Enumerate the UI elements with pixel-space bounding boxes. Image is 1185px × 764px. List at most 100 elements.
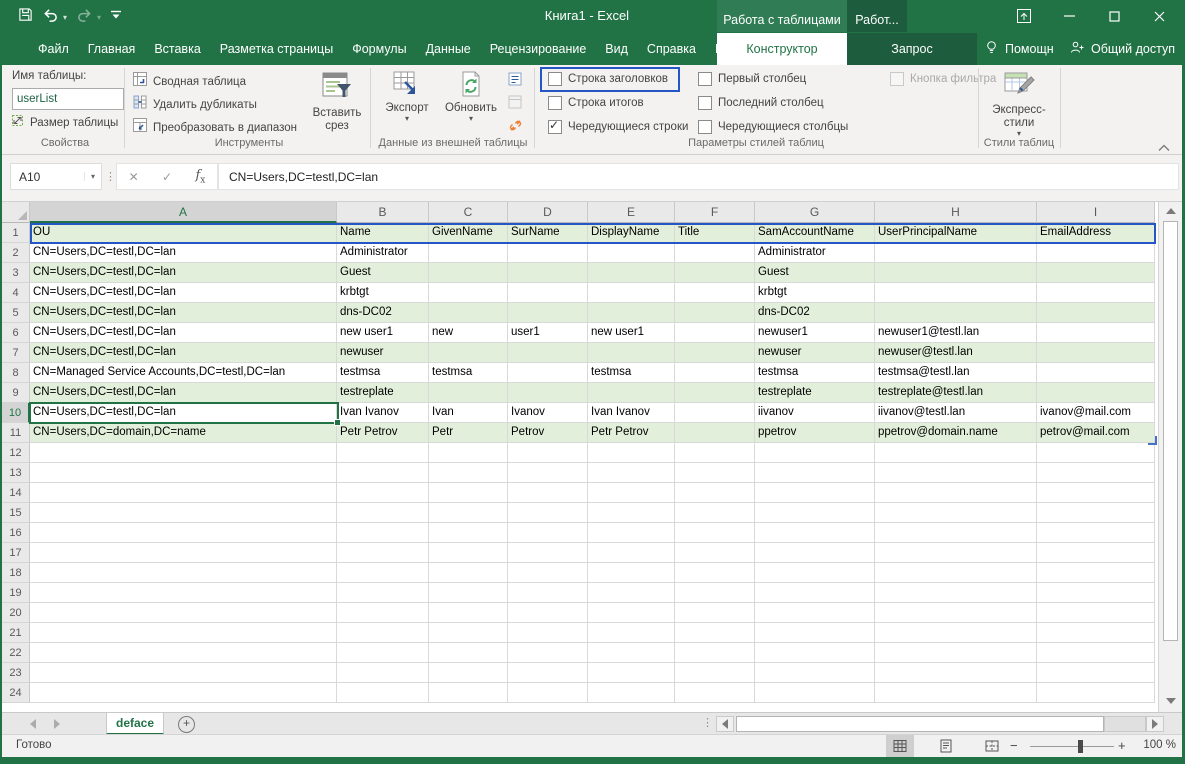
share-button[interactable]: Общий доступ xyxy=(1070,32,1175,65)
checkbox-header-row[interactable]: Строка заголовков xyxy=(548,72,668,86)
tab-главная[interactable]: Главная xyxy=(88,42,136,56)
cell-E1[interactable]: DisplayName xyxy=(588,223,675,243)
row-header-21[interactable]: 21 xyxy=(2,623,30,643)
resize-table-button[interactable]: Размер таблицы xyxy=(10,113,118,133)
cell-D15[interactable] xyxy=(508,503,588,523)
cell-F7[interactable] xyxy=(675,343,755,363)
cell-A22[interactable] xyxy=(30,643,337,663)
cell-B23[interactable] xyxy=(337,663,429,683)
row-header-16[interactable]: 16 xyxy=(2,523,30,543)
cell-E13[interactable] xyxy=(588,463,675,483)
cell-F14[interactable] xyxy=(675,483,755,503)
cell-I13[interactable] xyxy=(1037,463,1155,483)
tab-scrollbar-splitter[interactable]: ⋮ xyxy=(702,716,712,729)
view-page-layout-icon[interactable] xyxy=(932,735,960,757)
cell-G4[interactable]: krbtgt xyxy=(755,283,875,303)
cell-E20[interactable] xyxy=(588,603,675,623)
cell-I2[interactable] xyxy=(1037,243,1155,263)
row-header-13[interactable]: 13 xyxy=(2,463,30,483)
cell-A3[interactable]: CN=Users,DC=testl,DC=lan xyxy=(30,263,337,283)
export-dropdown-icon[interactable]: ▾ xyxy=(405,115,409,123)
tab-query[interactable]: Запрос xyxy=(847,33,977,65)
cell-G15[interactable] xyxy=(755,503,875,523)
cell-F21[interactable] xyxy=(675,623,755,643)
cell-G22[interactable] xyxy=(755,643,875,663)
row-header-11[interactable]: 11 xyxy=(2,423,30,443)
checkbox-banded-rows[interactable]: Чередующиеся строки xyxy=(548,120,688,134)
cell-I7[interactable] xyxy=(1037,343,1155,363)
cell-E22[interactable] xyxy=(588,643,675,663)
cell-B20[interactable] xyxy=(337,603,429,623)
cell-D19[interactable] xyxy=(508,583,588,603)
cell-E2[interactable] xyxy=(588,243,675,263)
cell-A12[interactable] xyxy=(30,443,337,463)
cell-D17[interactable] xyxy=(508,543,588,563)
convert-to-range-button[interactable]: Преобразовать в диапазон xyxy=(132,117,297,138)
redo-dropdown-icon[interactable]: ▾ xyxy=(97,13,101,22)
cell-G12[interactable] xyxy=(755,443,875,463)
cell-B5[interactable]: dns-DC02 xyxy=(337,303,429,323)
tab-формулы[interactable]: Формулы xyxy=(352,42,406,56)
row-header-20[interactable]: 20 xyxy=(2,603,30,623)
cell-H9[interactable]: testreplate@testl.lan xyxy=(875,383,1037,403)
cell-D3[interactable] xyxy=(508,263,588,283)
formula-bar-splitter[interactable]: ⋮ xyxy=(105,170,115,183)
select-all-corner[interactable] xyxy=(2,202,30,223)
cell-D23[interactable] xyxy=(508,663,588,683)
tab-вид[interactable]: Вид xyxy=(605,42,628,56)
cell-C8[interactable]: testmsa xyxy=(429,363,508,383)
cell-B13[interactable] xyxy=(337,463,429,483)
cell-I3[interactable] xyxy=(1037,263,1155,283)
cell-A10[interactable]: CN=Users,DC=testl,DC=lan xyxy=(30,403,337,423)
cell-A24[interactable] xyxy=(30,683,337,703)
row-header-3[interactable]: 3 xyxy=(2,263,30,283)
cell-G5[interactable]: dns-DC02 xyxy=(755,303,875,323)
row-header-19[interactable]: 19 xyxy=(2,583,30,603)
cell-I1[interactable]: EmailAddress xyxy=(1037,223,1155,243)
row-header-9[interactable]: 9 xyxy=(2,383,30,403)
cell-H18[interactable] xyxy=(875,563,1037,583)
cell-E9[interactable] xyxy=(588,383,675,403)
cell-E16[interactable] xyxy=(588,523,675,543)
cell-E17[interactable] xyxy=(588,543,675,563)
cell-F20[interactable] xyxy=(675,603,755,623)
zoom-in-icon[interactable]: + xyxy=(1118,738,1126,753)
row-header-2[interactable]: 2 xyxy=(2,243,30,263)
cell-C17[interactable] xyxy=(429,543,508,563)
cell-G17[interactable] xyxy=(755,543,875,563)
cell-A19[interactable] xyxy=(30,583,337,603)
minimize-icon[interactable] xyxy=(1052,6,1086,26)
cell-E18[interactable] xyxy=(588,563,675,583)
cell-H23[interactable] xyxy=(875,663,1037,683)
cell-H2[interactable] xyxy=(875,243,1037,263)
cell-H16[interactable] xyxy=(875,523,1037,543)
cell-I10[interactable]: ivanov@mail.com xyxy=(1037,403,1155,423)
cell-B24[interactable] xyxy=(337,683,429,703)
cancel-icon[interactable]: ✕ xyxy=(129,170,139,184)
column-header-H[interactable]: H xyxy=(875,202,1037,223)
cell-H3[interactable] xyxy=(875,263,1037,283)
cell-H13[interactable] xyxy=(875,463,1037,483)
cell-H14[interactable] xyxy=(875,483,1037,503)
cell-D11[interactable]: Petrov xyxy=(508,423,588,443)
cell-F22[interactable] xyxy=(675,643,755,663)
cell-G23[interactable] xyxy=(755,663,875,683)
tab-вставка[interactable]: Вставка xyxy=(154,42,200,56)
cell-B8[interactable]: testmsa xyxy=(337,363,429,383)
cell-I14[interactable] xyxy=(1037,483,1155,503)
cell-E8[interactable]: testmsa xyxy=(588,363,675,383)
cell-I16[interactable] xyxy=(1037,523,1155,543)
cell-G21[interactable] xyxy=(755,623,875,643)
zoom-level[interactable]: 100 % xyxy=(1134,739,1176,751)
pivot-table-button[interactable]: Сводная таблица xyxy=(132,71,246,92)
cell-F8[interactable] xyxy=(675,363,755,383)
cell-I17[interactable] xyxy=(1037,543,1155,563)
cell-F23[interactable] xyxy=(675,663,755,683)
cell-C20[interactable] xyxy=(429,603,508,623)
cell-B14[interactable] xyxy=(337,483,429,503)
cell-I21[interactable] xyxy=(1037,623,1155,643)
tab-design[interactable]: Конструктор xyxy=(717,33,847,65)
cell-F17[interactable] xyxy=(675,543,755,563)
cell-B17[interactable] xyxy=(337,543,429,563)
cell-B11[interactable]: Petr Petrov xyxy=(337,423,429,443)
